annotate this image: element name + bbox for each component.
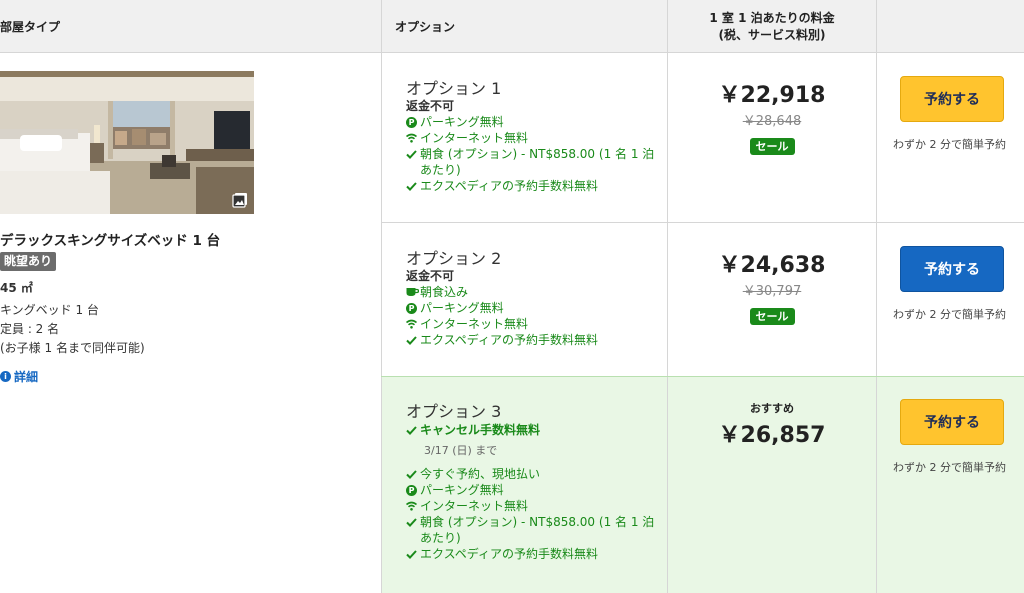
check-icon (406, 469, 417, 479)
feature-breakfast-included: 朝食込み (406, 284, 656, 300)
feature-breakfast-option: 朝食 (オプション) - NT$858.00 (1 名 1 泊あたり) (406, 514, 656, 546)
wifi-icon (406, 501, 417, 511)
check-icon (406, 549, 417, 559)
feature-parking: P パーキング無料 (406, 482, 656, 498)
room-name: デラックスキングサイズベッド 1 台 (0, 233, 221, 249)
book-note: わずか 2 分で簡単予約 (893, 461, 1006, 474)
price-option-2: ￥24,638 ￥30,797 セール (668, 253, 876, 325)
info-icon: i (0, 371, 11, 382)
room-photo[interactable] (0, 71, 254, 214)
current-price: ￥22,918 (718, 83, 826, 108)
refund-policy: 返金不可 (406, 99, 455, 113)
column-divider (381, 0, 382, 593)
header-price-line2: (税、サービス料別) (718, 27, 826, 42)
recommended-label: おすすめ (750, 402, 794, 415)
check-icon (406, 425, 417, 435)
old-price: ￥30,797 (742, 284, 802, 299)
current-price: ￥26,857 (718, 423, 826, 448)
room-bed: キングベッド 1 台 (0, 303, 99, 317)
wifi-icon (406, 133, 417, 143)
book-button-option-1[interactable]: 予約する (900, 76, 1004, 122)
feature-internet: インターネット無料 (406, 130, 656, 146)
gallery-icon (232, 193, 247, 208)
option-1: オプション 1 返金不可 P パーキング無料 インターネット無料 朝食 (オプシ… (406, 79, 656, 194)
feature-no-booking-fee: エクスペディアの予約手数料無料 (406, 332, 656, 348)
feature-parking: P パーキング無料 (406, 300, 656, 316)
sale-badge: セール (749, 308, 795, 325)
sale-badge: セール (749, 138, 795, 155)
option-3: オプション 3 キャンセル手数料無料 3/17 (日) まで 今すぐ予約、現地払… (406, 402, 656, 562)
room-photo-image (0, 71, 254, 214)
feature-internet: インターネット無料 (406, 498, 656, 514)
header-price: 1 室 1 泊あたりの料金 (税、サービス料別) (668, 0, 876, 53)
book-note: わずか 2 分で簡単予約 (893, 138, 1006, 151)
feature-no-booking-fee: エクスペディアの予約手数料無料 (406, 178, 656, 194)
header-options: オプション (395, 20, 456, 34)
room-size: 45 ㎡ (0, 281, 33, 295)
feature-free-cancellation: キャンセル手数料無料 (406, 422, 656, 438)
check-icon (406, 335, 417, 345)
refund-policy: 返金不可 (406, 269, 455, 283)
option-title: オプション 2 (406, 249, 502, 268)
price-option-3: おすすめ ￥26,857 (668, 402, 876, 449)
breakfast-cup-icon (406, 288, 419, 296)
old-price: ￥28,648 (742, 114, 802, 129)
parking-icon: P (406, 116, 417, 128)
feature-breakfast-option: 朝食 (オプション) - NT$858.00 (1 名 1 泊あたり) (406, 146, 656, 178)
feature-no-booking-fee: エクスペディアの予約手数料無料 (406, 546, 656, 562)
option-title: オプション 3 (406, 402, 502, 421)
feature-parking: P パーキング無料 (406, 114, 656, 130)
column-divider (876, 0, 877, 593)
book-button-option-2[interactable]: 予約する (900, 246, 1004, 292)
view-badge: 眺望あり (0, 252, 57, 271)
current-price: ￥24,638 (718, 253, 826, 278)
parking-icon: P (406, 302, 417, 314)
details-link-label: 詳細 (14, 370, 39, 384)
price-option-1: ￥22,918 ￥28,648 セール (668, 83, 876, 155)
row-divider (381, 222, 1024, 223)
room-child-policy: (お子様 1 名まで同伴可能) (0, 341, 145, 355)
book-note: わずか 2 分で簡単予約 (893, 308, 1006, 321)
check-icon (406, 181, 417, 191)
row-divider (381, 376, 1024, 377)
header-price-line1: 1 室 1 泊あたりの料金 (709, 10, 835, 25)
details-link[interactable]: i 詳細 (0, 368, 38, 385)
option-2: オプション 2 返金不可 朝食込み P パーキング無料 インターネット無料 エク… (406, 249, 656, 348)
wifi-icon (406, 319, 417, 329)
header-room-type: 部屋タイプ (0, 20, 61, 34)
book-button-option-3[interactable]: 予約する (900, 399, 1004, 445)
option-title: オプション 1 (406, 79, 502, 98)
parking-icon: P (406, 484, 417, 496)
feature-internet: インターネット無料 (406, 316, 656, 332)
check-icon (406, 149, 417, 159)
feature-pay-at-property: 今すぐ予約、現地払い (406, 466, 656, 482)
room-capacity: 定員 : 2 名 (0, 322, 60, 336)
check-icon (406, 517, 417, 527)
cancellation-deadline: 3/17 (日) まで (424, 444, 498, 457)
